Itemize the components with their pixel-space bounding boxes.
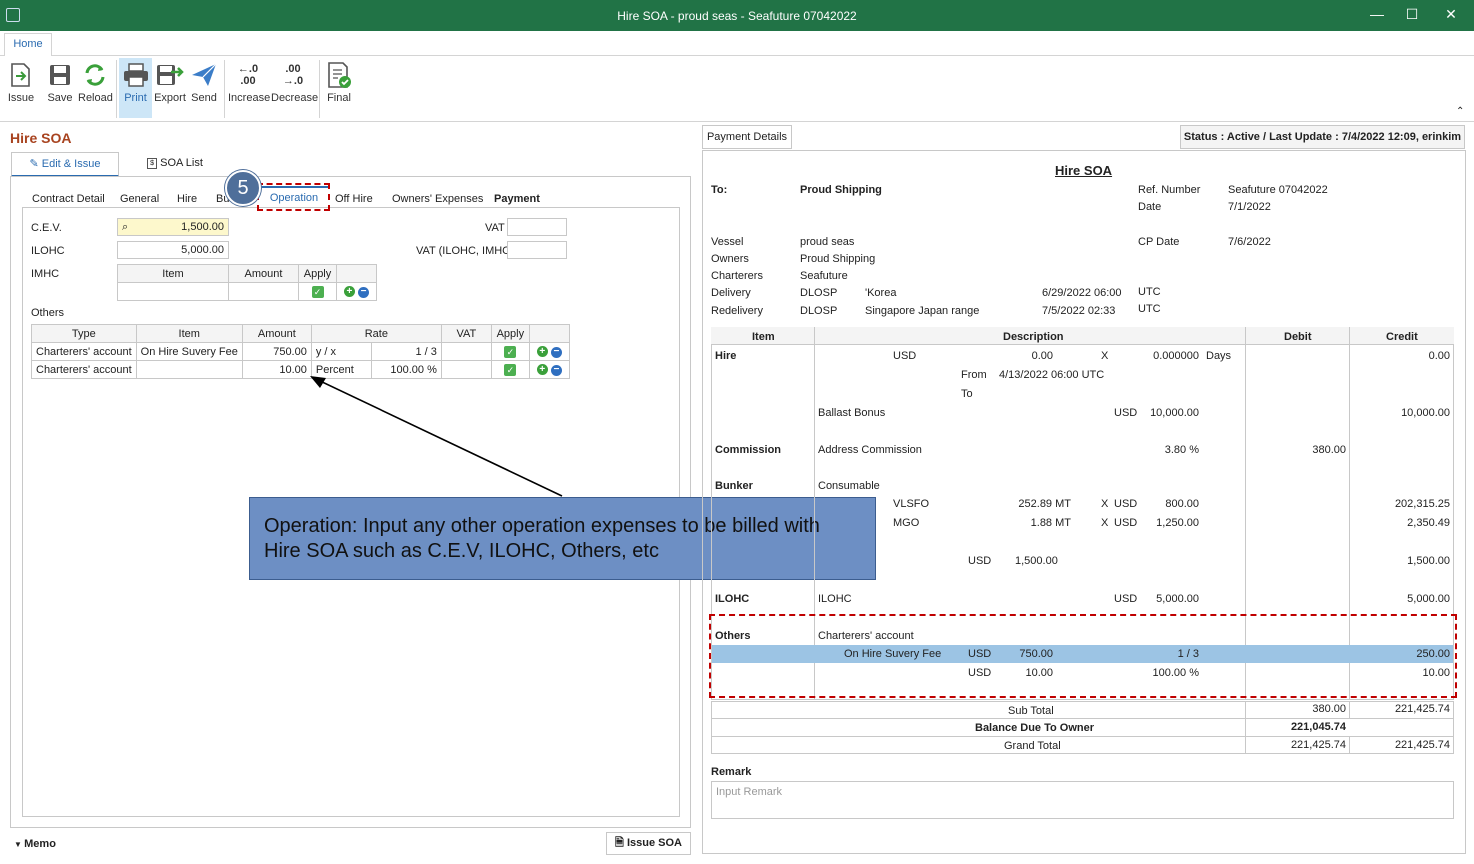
- subtab-contract-detail[interactable]: Contract Detail: [32, 193, 105, 205]
- export-button[interactable]: Export: [154, 58, 186, 118]
- send-button[interactable]: Send: [189, 58, 219, 118]
- ilohc-label: ILOHC: [31, 245, 65, 257]
- memo-toggle[interactable]: ▼ Memo: [14, 838, 56, 850]
- minimize-button[interactable]: —: [1362, 6, 1392, 22]
- table-row: Charterers' account On Hire Suvery Fee 7…: [31, 342, 570, 361]
- print-button[interactable]: Print: [119, 58, 152, 118]
- maximize-button[interactable]: ☐: [1397, 6, 1427, 23]
- reload-icon: [85, 64, 105, 86]
- others-highlight: [709, 614, 1457, 698]
- subtab-hire[interactable]: Hire: [177, 193, 197, 205]
- collapse-ribbon-icon[interactable]: ⌃: [1456, 106, 1464, 117]
- operation-highlight: [257, 183, 330, 211]
- edit-icon: ✎: [29, 158, 42, 170]
- print-icon: [123, 63, 148, 87]
- vat-label: VAT: [485, 222, 505, 234]
- tab-edit-issue[interactable]: ✎ Edit & Issue: [11, 152, 119, 177]
- status-bar: Status : Active / Last Update : 7/4/2022…: [1180, 125, 1465, 149]
- soa-title: Hire SOA: [1055, 163, 1113, 178]
- window-title: Hire SOA - proud seas - Seafuture 070420…: [617, 9, 857, 23]
- subtab-off-hire[interactable]: Off Hire: [335, 193, 373, 205]
- subtab-owners-expenses[interactable]: Owners' Expenses: [392, 193, 483, 205]
- apply-checkbox[interactable]: ✓: [504, 345, 517, 358]
- apply-checkbox[interactable]: ✓: [311, 285, 324, 298]
- issue-icon: [11, 63, 30, 87]
- cev-field[interactable]: ⌕ 1,500.00: [117, 218, 229, 236]
- send-icon: [192, 63, 217, 86]
- vat-field[interactable]: [507, 218, 567, 236]
- add-row-icon[interactable]: +: [536, 346, 548, 357]
- final-icon: [328, 62, 351, 88]
- table-row: ✓ + −: [117, 282, 377, 301]
- issue-soa-button[interactable]: 🗎 Issue SOA: [606, 832, 691, 855]
- tab-payment-details[interactable]: Payment Details: [702, 125, 792, 149]
- decrease-decimal-icon: .00 →.0: [282, 63, 304, 87]
- issue-button[interactable]: Issue: [4, 58, 38, 118]
- ilohc-field[interactable]: 5,000.00: [117, 241, 229, 259]
- remove-row-icon[interactable]: −: [550, 347, 562, 358]
- remove-row-icon[interactable]: −: [358, 287, 370, 298]
- close-button[interactable]: ✕: [1436, 6, 1466, 23]
- save-button[interactable]: Save: [44, 58, 76, 118]
- callout-arrow: [310, 376, 563, 497]
- imhc-table: Item Amount Apply ✓ + −: [117, 264, 377, 301]
- add-row-icon[interactable]: +: [343, 286, 355, 297]
- subtab-payment[interactable]: Payment: [494, 193, 540, 205]
- ribbon: Issue Save Reload Print Export Send ←.0 …: [0, 56, 1474, 122]
- decrease-button[interactable]: .00 →.0 Decrease: [271, 58, 318, 118]
- step-badge: 5: [225, 170, 261, 206]
- imhc-label: IMHC: [31, 268, 60, 280]
- increase-decimal-icon: ←.0 .00: [237, 63, 259, 87]
- document-icon: $: [147, 157, 158, 169]
- search-icon: ⌕: [122, 221, 129, 233]
- vat-ilohc-label: VAT (ILOHC, IMHC): [416, 245, 514, 257]
- tab-home[interactable]: Home: [4, 33, 52, 57]
- save-icon: [50, 65, 70, 85]
- title-bar: Hire SOA - proud seas - Seafuture 070420…: [0, 0, 1474, 31]
- reload-button[interactable]: Reload: [78, 58, 113, 118]
- final-button[interactable]: Final: [323, 58, 355, 118]
- page-title: Hire SOA: [10, 130, 72, 146]
- issue-icon: 🗎: [615, 837, 627, 849]
- export-icon: [157, 65, 184, 85]
- vat-ilohc-field[interactable]: [507, 241, 567, 259]
- chevron-down-icon: ▼: [14, 840, 25, 849]
- others-label: Others: [31, 307, 65, 319]
- ribbon-tabs: Home: [0, 31, 1474, 57]
- remark-input[interactable]: Input Remark: [711, 781, 1454, 819]
- increase-button[interactable]: ←.0 .00 Increase: [228, 58, 270, 118]
- tab-soa-list[interactable]: $ SOA List: [130, 152, 220, 176]
- cev-label: C.E.V.: [31, 222, 62, 234]
- subtab-general[interactable]: General: [120, 193, 159, 205]
